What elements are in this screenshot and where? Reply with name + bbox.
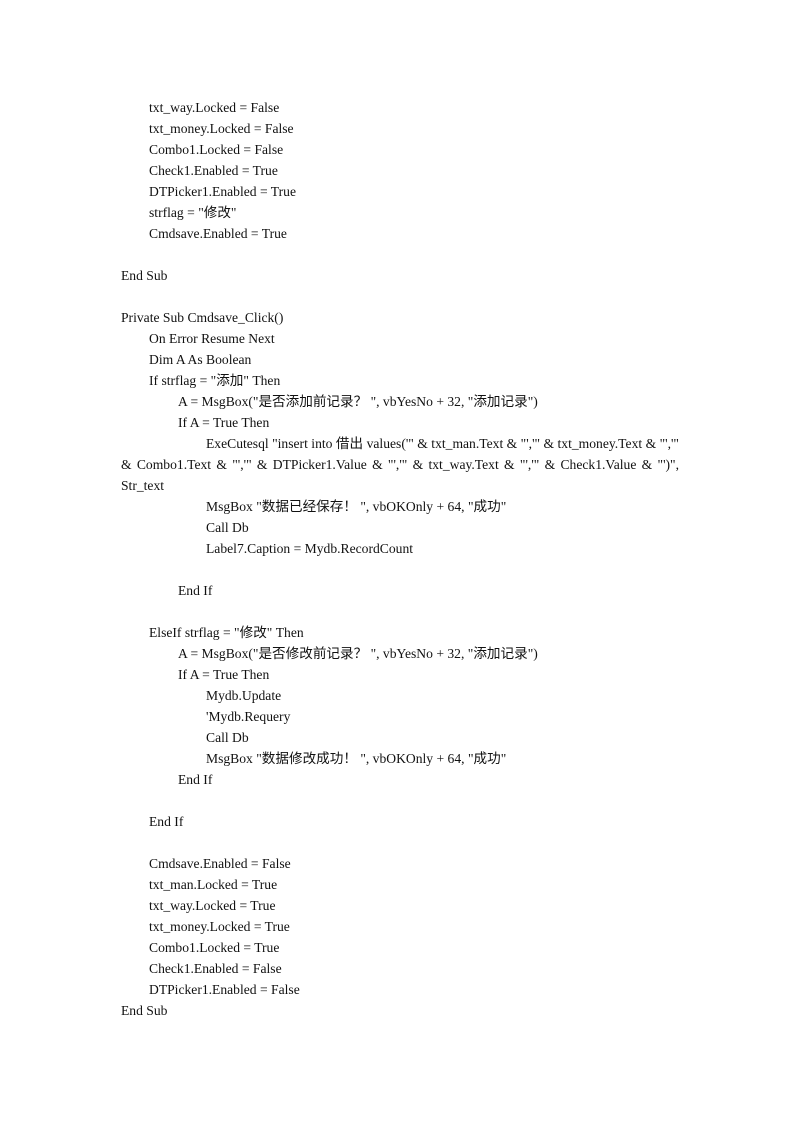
- code-line: DTPicker1.Enabled = True: [149, 184, 296, 199]
- code-line: If A = True Then: [178, 667, 270, 682]
- code-line: txt_way.Locked = False: [149, 100, 280, 115]
- sub-header-line: Private Sub Cmdsave_Click(): [121, 310, 284, 325]
- code-line: Label7.Caption = Mydb.RecordCount: [206, 541, 414, 556]
- code-line: txt_way.Locked = True: [149, 898, 276, 913]
- code-line: DTPicker1.Enabled = False: [149, 982, 300, 997]
- code-line: strflag = "修改": [149, 205, 237, 220]
- code-line: Call Db: [206, 730, 249, 745]
- execute-sql-text: ExeCutesql "insert into 借出 values('" & t…: [121, 436, 679, 493]
- code-line: Combo1.Locked = True: [149, 940, 280, 955]
- code-comment-line: 'Mydb.Requery: [206, 709, 291, 724]
- code-line: Cmdsave.Enabled = True: [149, 226, 287, 241]
- code-line: txt_money.Locked = True: [149, 919, 290, 934]
- code-line: MsgBox "数据修改成功！ ", vbOKOnly + 64, "成功": [206, 751, 507, 766]
- code-line: txt_man.Locked = True: [149, 877, 278, 892]
- code-line: Combo1.Locked = False: [149, 142, 284, 157]
- code-line: A = MsgBox("是否添加前记录？ ", vbYesNo + 32, "添…: [178, 394, 538, 409]
- code-line: Dim A As Boolean: [149, 352, 252, 367]
- code-line: On Error Resume Next: [149, 331, 275, 346]
- code-line: Check1.Enabled = False: [149, 961, 282, 976]
- code-line: MsgBox "数据已经保存！ ", vbOKOnly + 64, "成功": [206, 499, 507, 514]
- code-line: Mydb.Update: [206, 688, 282, 703]
- code-line: ElseIf strflag = "修改" Then: [149, 625, 304, 640]
- execute-sql-paragraph: ExeCutesql "insert into 借出 values('" & t…: [121, 433, 679, 496]
- code-line: txt_money.Locked = False: [149, 121, 294, 136]
- code-line: Call Db: [206, 520, 249, 535]
- code-line: A = MsgBox("是否修改前记录？ ", vbYesNo + 32, "添…: [178, 646, 538, 661]
- code-line: Check1.Enabled = True: [149, 163, 278, 178]
- code-line: End If: [178, 583, 213, 598]
- code-line: End If: [178, 772, 213, 787]
- code-line: If A = True Then: [178, 415, 270, 430]
- code-line: If strflag = "添加" Then: [149, 373, 281, 388]
- end-sub-line: End Sub: [121, 268, 168, 283]
- code-line: End If: [149, 814, 184, 829]
- end-sub-line: End Sub: [121, 1003, 168, 1018]
- document-page: txt_way.Locked = False txt_money.Locked …: [0, 0, 800, 1132]
- code-line: Cmdsave.Enabled = False: [149, 856, 291, 871]
